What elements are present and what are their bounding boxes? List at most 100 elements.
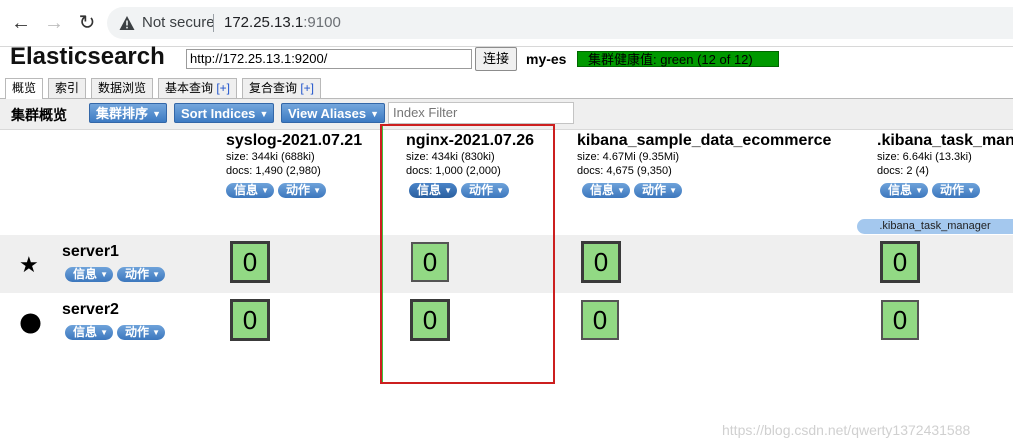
overview-title: 集群概览	[11, 107, 67, 123]
replica-shard[interactable]: 0	[581, 300, 619, 340]
tab-basic-query[interactable]: 基本查询 [+]	[158, 78, 238, 98]
index-docs: docs: 2 (4)	[877, 165, 929, 177]
circle-icon	[20, 313, 41, 334]
index-name: kibana_sample_data_ecommerce	[577, 132, 832, 149]
chevron-down-icon: ▼	[669, 186, 678, 195]
warning-icon	[119, 16, 135, 30]
watermark: https://blog.csdn.net/qwerty1372431588	[722, 422, 971, 438]
chevron-down-icon: ▼	[152, 109, 162, 119]
index-size: size: 6.64ki (13.3ki)	[877, 151, 972, 163]
index-size: size: 344ki (688ki)	[226, 151, 315, 163]
chevron-down-icon: ▼	[152, 270, 161, 279]
button-label: 信息	[888, 183, 913, 197]
info-button[interactable]: 信息 ▼	[880, 183, 929, 198]
primary-shard[interactable]: 0	[230, 299, 270, 341]
tab-label: 基本查询	[165, 81, 217, 95]
chevron-down-icon: ▼	[152, 328, 161, 337]
primary-shard[interactable]: 0	[230, 241, 270, 283]
index-header-kibana-sample: kibana_sample_data_ecommerce size: 4.67M…	[577, 132, 831, 199]
tab-overview[interactable]: 概览	[5, 78, 44, 99]
button-label: 信息	[73, 325, 98, 339]
forward-icon[interactable]: →	[42, 11, 66, 35]
chevron-down-icon: ▼	[915, 186, 924, 195]
replica-shard[interactable]: 0	[881, 300, 919, 340]
tab-label: 复合查询	[249, 81, 301, 95]
app-title: Elasticsearch	[10, 43, 165, 70]
node-name: server2	[62, 301, 119, 318]
chevron-down-icon: ▼	[370, 109, 380, 119]
chevron-down-icon: ▼	[100, 328, 109, 337]
action-button[interactable]: 动作 ▼	[117, 267, 166, 282]
index-size: size: 4.67Mi (9.35Mi)	[577, 151, 680, 163]
button-label: 信息	[590, 183, 615, 197]
chevron-down-icon: ▼	[261, 186, 270, 195]
tab-bar: 概览 索引 数据浏览 基本查询 [+] 复合查询 [+]	[0, 76, 1013, 99]
action-button[interactable]: 动作 ▼	[117, 325, 166, 340]
chevron-down-icon: ▼	[100, 270, 109, 279]
reload-icon[interactable]: ↻	[75, 11, 99, 35]
cluster-name: my-es	[526, 51, 567, 67]
tab-indices[interactable]: 索引	[48, 78, 87, 98]
tab-label: 数据浏览	[98, 81, 147, 95]
url-text[interactable]: 172.25.13.1:9100	[224, 14, 341, 31]
action-button[interactable]: 动作 ▼	[634, 183, 683, 198]
node-actions: 信息 ▼ 动作 ▼	[65, 265, 169, 283]
tab-plus: [+]	[300, 81, 315, 95]
browser-toolbar: ← → ↻ Not secure 172.25.13.1:9100	[0, 0, 1013, 47]
index-header-kibana-task: .kibana_task_manager size: 6.64ki (13.3k…	[877, 132, 1013, 199]
chevron-down-icon: ▼	[259, 109, 269, 119]
info-button[interactable]: 信息 ▼	[65, 325, 114, 340]
not-secure-label: Not secure	[142, 14, 215, 31]
url-port: :9100	[303, 14, 341, 31]
url-separator	[213, 14, 214, 32]
url-host: 172.25.13.1	[224, 14, 304, 31]
button-label: 动作	[642, 183, 667, 197]
chevron-down-icon: ▼	[313, 186, 322, 195]
index-filter-input[interactable]: Index Filter	[388, 102, 574, 124]
button-label: 动作	[125, 325, 150, 339]
node-actions: 信息 ▼ 动作 ▼	[65, 323, 169, 341]
index-name: .kibana_task_manager	[877, 132, 1013, 149]
tab-compound-query[interactable]: 复合查询 [+]	[242, 78, 322, 98]
info-button[interactable]: 信息 ▼	[582, 183, 631, 198]
address-bar[interactable]: Not secure 172.25.13.1:9100	[107, 7, 1013, 39]
index-actions: 信息 ▼ 动作 ▼	[577, 181, 831, 199]
chevron-down-icon: ▼	[617, 186, 626, 195]
highlight-box	[380, 124, 555, 384]
index-docs: docs: 4,675 (9,350)	[577, 165, 672, 177]
index-name: syslog-2021.07.21	[226, 132, 363, 149]
view-aliases-button[interactable]: View Aliases ▼	[281, 103, 386, 123]
sort-indices-button[interactable]: Sort Indices ▼	[174, 103, 275, 123]
star-icon: ★	[19, 252, 39, 277]
button-label: Sort Indices	[181, 106, 256, 121]
tab-browser[interactable]: 数据浏览	[91, 78, 154, 98]
chevron-down-icon: ▼	[967, 186, 976, 195]
button-label: 动作	[286, 183, 311, 197]
button-label: 信息	[234, 183, 259, 197]
primary-shard[interactable]: 0	[880, 241, 920, 283]
alias-bar[interactable]: .kibana_task_manager	[857, 219, 1013, 234]
button-label: 集群排序	[96, 106, 149, 121]
back-icon[interactable]: ←	[9, 11, 33, 35]
action-button[interactable]: 动作 ▼	[278, 183, 327, 198]
tab-label: 概览	[12, 81, 37, 95]
tab-plus: [+]	[216, 81, 231, 95]
info-button[interactable]: 信息 ▼	[65, 267, 114, 282]
button-label: 动作	[125, 267, 150, 281]
index-docs: docs: 1,490 (2,980)	[226, 165, 321, 177]
button-label: 信息	[73, 267, 98, 281]
node-name: server1	[62, 243, 119, 260]
info-button[interactable]: 信息 ▼	[226, 183, 275, 198]
index-actions: 信息 ▼ 动作 ▼	[877, 181, 1013, 199]
cluster-health-badge: 集群健康值: green (12 of 12)	[577, 51, 779, 67]
index-header-syslog: syslog-2021.07.21 size: 344ki (688ki) do…	[226, 132, 362, 199]
button-label: 动作	[940, 183, 965, 197]
connection-url-input[interactable]	[186, 49, 472, 69]
index-actions: 信息 ▼ 动作 ▼	[226, 181, 362, 199]
connect-button[interactable]: 连接	[475, 47, 517, 71]
tab-label: 索引	[55, 81, 80, 95]
action-button[interactable]: 动作 ▼	[932, 183, 981, 198]
sort-cluster-button[interactable]: 集群排序 ▼	[89, 103, 168, 123]
primary-shard[interactable]: 0	[581, 241, 621, 283]
button-label: View Aliases	[288, 106, 367, 121]
